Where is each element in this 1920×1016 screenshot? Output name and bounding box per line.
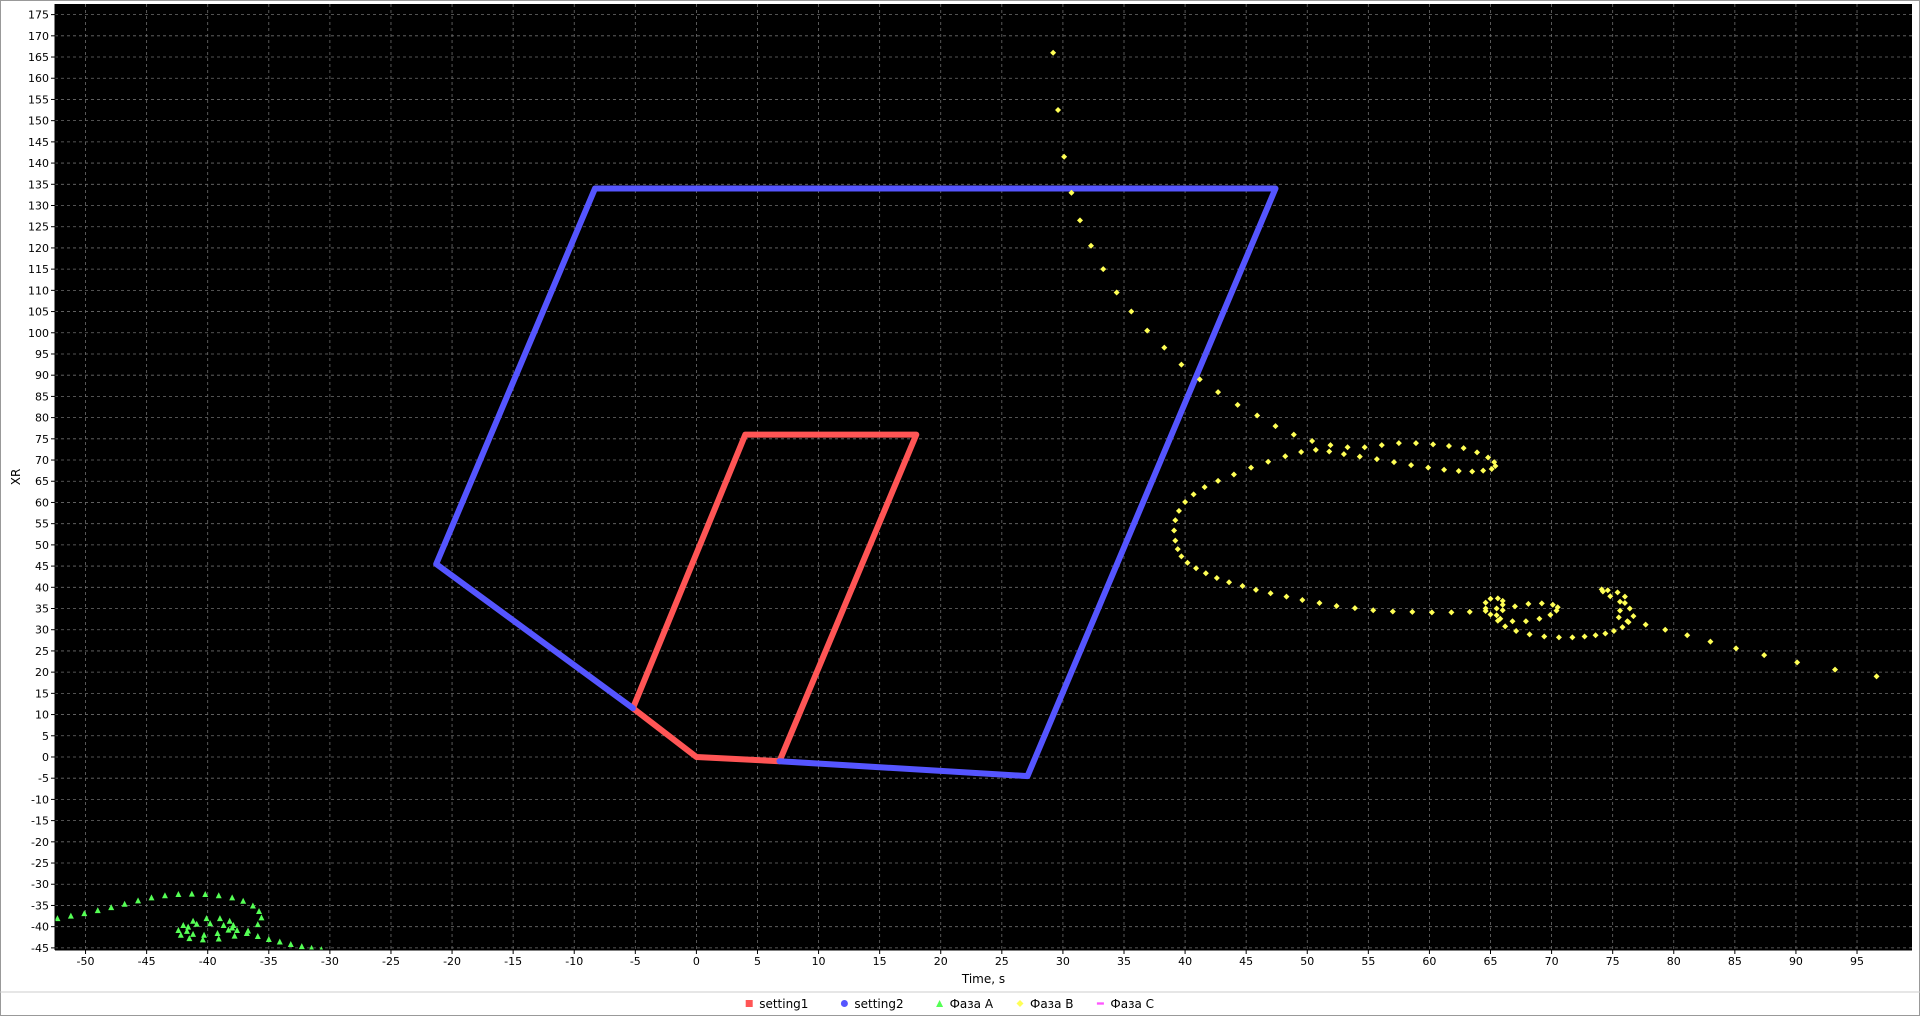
x-tick-label: 80 bbox=[1667, 955, 1681, 968]
x-tick-label: 90 bbox=[1789, 955, 1803, 968]
y-tick-label: 65 bbox=[35, 475, 49, 488]
y-tick-label: 80 bbox=[35, 412, 49, 425]
y-tick-label: -20 bbox=[31, 836, 49, 849]
y-tick-label: 105 bbox=[28, 306, 49, 319]
x-tick-label: 95 bbox=[1850, 955, 1864, 968]
x-tick-label: 60 bbox=[1422, 955, 1436, 968]
y-tick-label: 135 bbox=[28, 178, 49, 191]
x-tick-label: 35 bbox=[1117, 955, 1131, 968]
y-tick-label: 90 bbox=[35, 369, 49, 382]
y-tick-label: 35 bbox=[35, 603, 49, 616]
y-tick-label: 140 bbox=[28, 157, 49, 170]
legend-label: setting2 bbox=[854, 997, 903, 1011]
legend-label: Фаза А bbox=[950, 997, 994, 1011]
x-tick-label: -15 bbox=[504, 955, 522, 968]
y-tick-label: 120 bbox=[28, 242, 49, 255]
x-tick-label: -45 bbox=[138, 955, 156, 968]
y-tick-label: 100 bbox=[28, 327, 49, 340]
y-tick-label: 150 bbox=[28, 115, 49, 128]
plot-area bbox=[55, 4, 1912, 950]
y-tick-label: 15 bbox=[35, 687, 49, 700]
y-tick-label: 115 bbox=[28, 263, 49, 276]
y-tick-label: -5 bbox=[38, 772, 49, 785]
x-tick-label: -30 bbox=[321, 955, 339, 968]
x-tick-label: 50 bbox=[1300, 955, 1314, 968]
y-tick-label: 70 bbox=[35, 454, 49, 467]
y-axis-title: XR bbox=[9, 469, 23, 486]
y-tick-label: 160 bbox=[28, 72, 49, 85]
y-tick-label: 40 bbox=[35, 581, 49, 594]
y-tick-label: -10 bbox=[31, 793, 49, 806]
legend-marker bbox=[840, 1000, 848, 1007]
impedance-chart: -50 -45 -40 -35 -30 -25 -20 -15 -10 -5 0 5 10 15 20 25 3… bbox=[0, 0, 1920, 1016]
y-tick-label: 165 bbox=[28, 51, 49, 64]
x-tick-label: 30 bbox=[1056, 955, 1070, 968]
x-tick-label: -25 bbox=[382, 955, 400, 968]
y-tick-label: 75 bbox=[35, 433, 49, 446]
x-tick-label: 45 bbox=[1239, 955, 1253, 968]
x-tick-label: 40 bbox=[1178, 955, 1192, 968]
x-tick-label: 85 bbox=[1728, 955, 1742, 968]
x-tick-label: -20 bbox=[443, 955, 461, 968]
y-tick-label: 170 bbox=[28, 30, 49, 43]
y-tick-label: -25 bbox=[31, 857, 49, 870]
y-tick-label: 30 bbox=[35, 624, 49, 637]
y-tick-label: 110 bbox=[28, 284, 49, 297]
y-tick-label: 25 bbox=[35, 645, 49, 658]
x-tick-label: -10 bbox=[565, 955, 583, 968]
y-tick-label: 130 bbox=[28, 200, 49, 213]
x-tick-label: 10 bbox=[812, 955, 826, 968]
y-tick-label: 10 bbox=[35, 709, 49, 722]
legend-label: Фаза B bbox=[1030, 997, 1073, 1011]
x-tick-label: 75 bbox=[1606, 955, 1620, 968]
y-tick-label: 20 bbox=[35, 666, 49, 679]
legend-marker bbox=[1096, 1002, 1104, 1005]
x-tick-label: -50 bbox=[77, 955, 95, 968]
x-tick-label: 20 bbox=[934, 955, 948, 968]
x-tick-label: 55 bbox=[1361, 955, 1375, 968]
legend-label: setting1 bbox=[759, 997, 808, 1011]
y-tick-label: -45 bbox=[31, 942, 49, 955]
y-tick-label: 5 bbox=[42, 730, 49, 743]
y-tick-label: 50 bbox=[35, 539, 49, 552]
legend-marker bbox=[745, 1000, 753, 1007]
x-tick-label: -40 bbox=[199, 955, 217, 968]
x-tick-label: 15 bbox=[873, 955, 887, 968]
y-tick-label: 85 bbox=[35, 390, 49, 403]
y-tick-label: -30 bbox=[31, 878, 49, 891]
y-tick-label: 45 bbox=[35, 560, 49, 573]
y-tick-label: -15 bbox=[31, 815, 49, 828]
y-tick-label: 55 bbox=[35, 518, 49, 531]
y-tick-label: -35 bbox=[31, 899, 49, 912]
legend-label: Фаза C bbox=[1110, 997, 1154, 1011]
y-tick-label: 0 bbox=[42, 751, 49, 764]
y-tick-label: -40 bbox=[31, 921, 49, 934]
y-tick-label: 145 bbox=[28, 136, 49, 149]
x-axis-title: Time, s bbox=[961, 972, 1005, 986]
y-tick-label: 95 bbox=[35, 348, 49, 361]
x-tick-label: 65 bbox=[1484, 955, 1498, 968]
y-tick-label: 175 bbox=[28, 9, 49, 22]
x-tick-label: 70 bbox=[1545, 955, 1559, 968]
x-tick-label: -5 bbox=[630, 955, 641, 968]
x-tick-label: 25 bbox=[995, 955, 1009, 968]
y-tick-label: 125 bbox=[28, 221, 49, 234]
x-tick-label: -35 bbox=[260, 955, 278, 968]
y-tick-label: 155 bbox=[28, 93, 49, 106]
x-tick-label: 0 bbox=[693, 955, 700, 968]
x-tick-label: 5 bbox=[754, 955, 761, 968]
y-tick-label: 60 bbox=[35, 496, 49, 509]
